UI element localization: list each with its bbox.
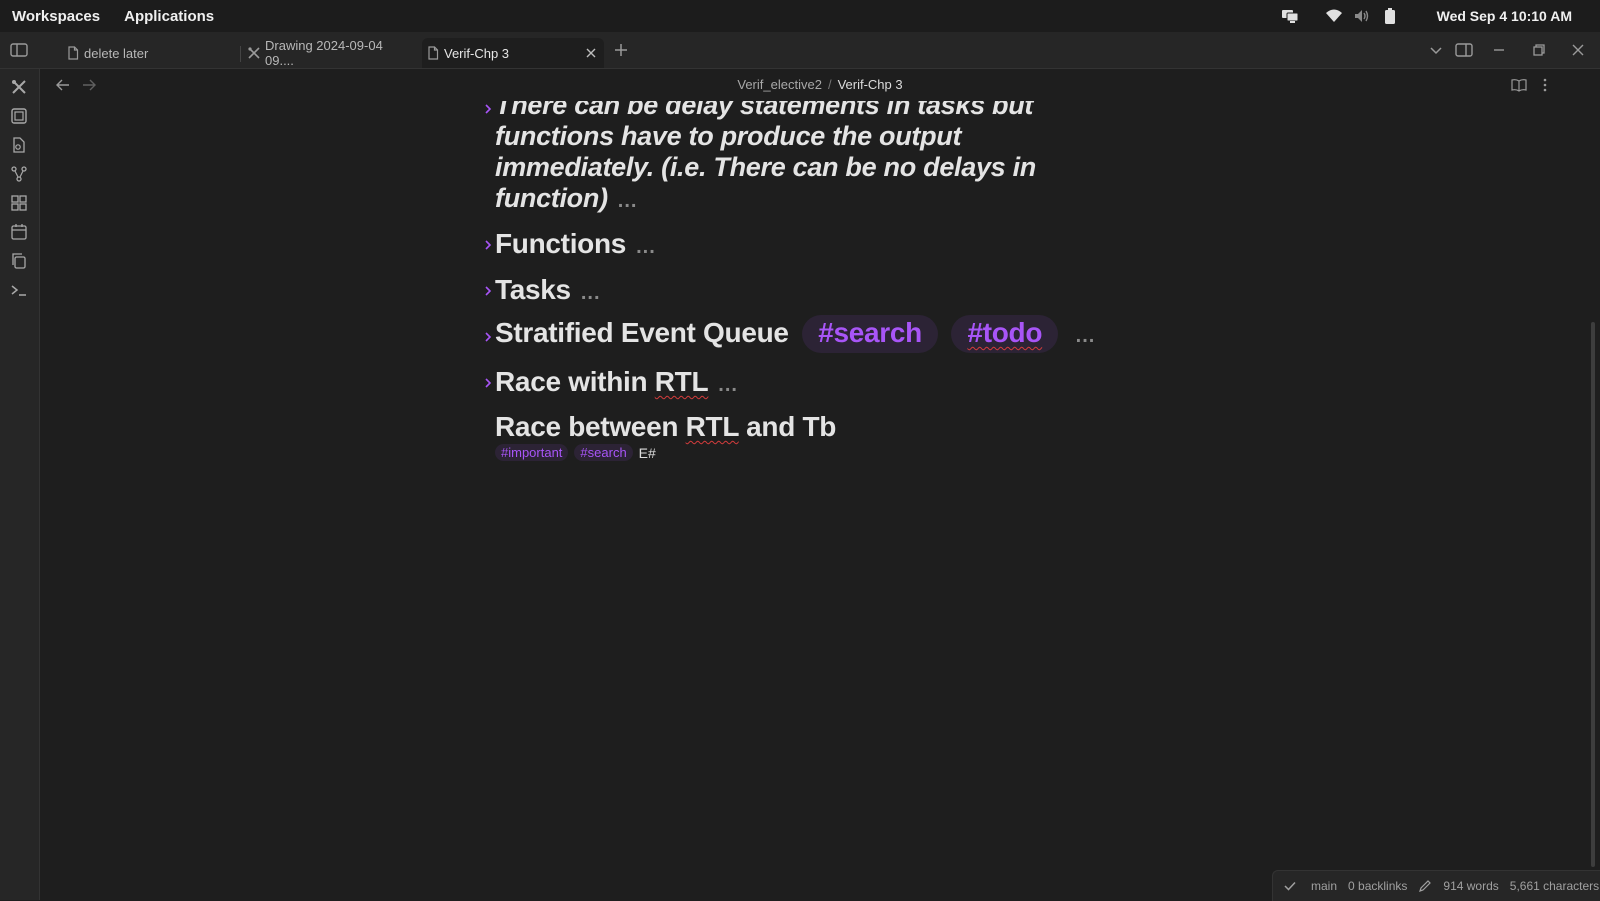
tab-label: Drawing 2024-09-04 09.... <box>265 38 383 68</box>
sidebar-toggle-icon[interactable] <box>9 40 29 60</box>
fold-chevron-icon[interactable] <box>482 239 494 251</box>
tab-delete-later[interactable]: delete later <box>62 38 238 68</box>
tags-line: #important #search E# <box>495 444 656 461</box>
tab-list-chevron-down-icon[interactable] <box>1426 40 1446 60</box>
calendar-icon[interactable] <box>10 223 28 241</box>
tag-important[interactable]: #important <box>495 444 569 461</box>
heading-race-between-rtl-and-tb: Race between RTL and Tb <box>495 411 836 443</box>
file-icon <box>426 46 440 60</box>
file-search-icon[interactable] <box>10 136 28 154</box>
tag-search[interactable]: #search <box>574 444 633 461</box>
breadcrumb-parent[interactable]: Verif_elective2 <box>737 77 822 92</box>
heading-line: functions have to produce the output <box>495 121 962 151</box>
backlinks-count[interactable]: 0 backlinks <box>1348 879 1407 893</box>
heading-text: and Tb <box>738 411 837 442</box>
heading-functions: Functions... <box>495 228 656 260</box>
tab-verif-chp-3[interactable]: Verif-Chp 3 <box>422 38 604 68</box>
collapsed-ellipsis[interactable]: ... <box>618 190 638 212</box>
editor-text: E# <box>638 444 656 461</box>
view-header: Verif_elective2 / Verif-Chp 3 <box>40 69 1600 101</box>
heading-line: There can be delay statements in tasks b… <box>495 101 1034 120</box>
tab-divider <box>240 46 241 62</box>
heading-text: Stratified Event Queue <box>495 317 789 348</box>
dashboard-icon[interactable] <box>10 194 28 212</box>
minimize-icon[interactable] <box>1489 40 1509 60</box>
file-icon <box>66 46 80 60</box>
heading-text: RTL <box>685 411 739 442</box>
heading-text: Race between <box>495 411 686 442</box>
status-bar: main 0 backlinks 914 words 5,661 charact… <box>1272 870 1600 901</box>
fold-chevron-icon[interactable] <box>482 377 494 389</box>
tab-drawing[interactable]: Drawing 2024-09-04 09.... <box>243 38 415 68</box>
heading-line: function) <box>495 183 608 213</box>
note-editor[interactable]: There can be delay statements in tasks b… <box>40 101 1560 871</box>
workspaces-menu[interactable]: Workspaces <box>12 8 100 25</box>
system-top-bar: Workspaces Applications Wed Sep 4 10:10 … <box>0 0 1600 32</box>
excalidraw-icon[interactable] <box>10 78 28 96</box>
heading-line: immediately. (i.e. There can be no delay… <box>495 152 1036 182</box>
collapsed-ellipsis[interactable]: ... <box>1076 325 1096 347</box>
italic-heading-block: There can be delay statements in tasks b… <box>495 101 1036 217</box>
character-count: 5,661 characters <box>1509 879 1600 893</box>
graph-view-icon[interactable] <box>10 165 28 183</box>
heading-text: RTL <box>654 366 709 397</box>
reading-view-book-icon[interactable] <box>1511 77 1527 93</box>
fold-chevron-icon[interactable] <box>482 285 494 297</box>
heading-text: Tasks <box>495 274 571 305</box>
breadcrumb-separator: / <box>827 77 832 92</box>
close-tab-icon[interactable] <box>584 46 598 60</box>
word-count: 914 words <box>1443 879 1499 893</box>
breadcrumb-current[interactable]: Verif-Chp 3 <box>838 77 903 92</box>
tag-search[interactable]: #search <box>802 315 938 353</box>
tag-todo[interactable]: #todo <box>951 315 1059 353</box>
more-options-icon[interactable] <box>1537 77 1553 93</box>
git-branch[interactable]: main <box>1311 879 1337 893</box>
collapsed-ellipsis[interactable]: ... <box>581 282 601 304</box>
heading-text: Race within <box>495 366 655 397</box>
excalidraw-icon <box>247 46 261 60</box>
tab-label: Verif-Chp 3 <box>444 45 510 61</box>
heading-race-within-rtl: Race within RTL... <box>495 366 738 398</box>
terminal-icon[interactable] <box>10 281 28 299</box>
heading-text: Functions <box>495 228 627 259</box>
check-icon[interactable] <box>1283 879 1297 893</box>
system-tray: Wed Sep 4 10:10 AM <box>1281 0 1600 32</box>
volume-icon[interactable] <box>1353 7 1371 25</box>
editor-scrollbar[interactable] <box>1591 322 1595 867</box>
applications-menu[interactable]: Applications <box>124 8 214 25</box>
clock[interactable]: Wed Sep 4 10:10 AM <box>1437 8 1572 24</box>
left-ribbon <box>0 69 40 900</box>
collapsed-ellipsis[interactable]: ... <box>718 374 738 396</box>
pencil-icon[interactable] <box>1418 879 1432 893</box>
collapsed-ellipsis[interactable]: ... <box>636 236 656 258</box>
copy-icon[interactable] <box>10 252 28 270</box>
close-window-icon[interactable] <box>1568 40 1588 60</box>
heading-stratified-event-queue: Stratified Event Queue #search #todo ... <box>495 315 1095 353</box>
fold-chevron-icon[interactable] <box>482 331 494 343</box>
tab-label: delete later <box>84 45 149 61</box>
heading-tasks: Tasks... <box>495 274 601 306</box>
canvas-icon[interactable] <box>10 107 28 125</box>
breadcrumb: Verif_elective2 / Verif-Chp 3 <box>40 77 1600 92</box>
maximize-icon[interactable] <box>1529 40 1549 60</box>
right-sidebar-toggle-icon[interactable] <box>1454 40 1474 60</box>
wifi-icon[interactable] <box>1325 7 1343 25</box>
fold-chevron-icon[interactable] <box>482 103 494 115</box>
tab-strip: delete later Drawing 2024-09-04 09.... V… <box>0 32 1600 69</box>
display-icon[interactable] <box>1281 7 1299 25</box>
new-tab-icon[interactable] <box>611 40 631 60</box>
battery-icon[interactable] <box>1381 7 1399 25</box>
